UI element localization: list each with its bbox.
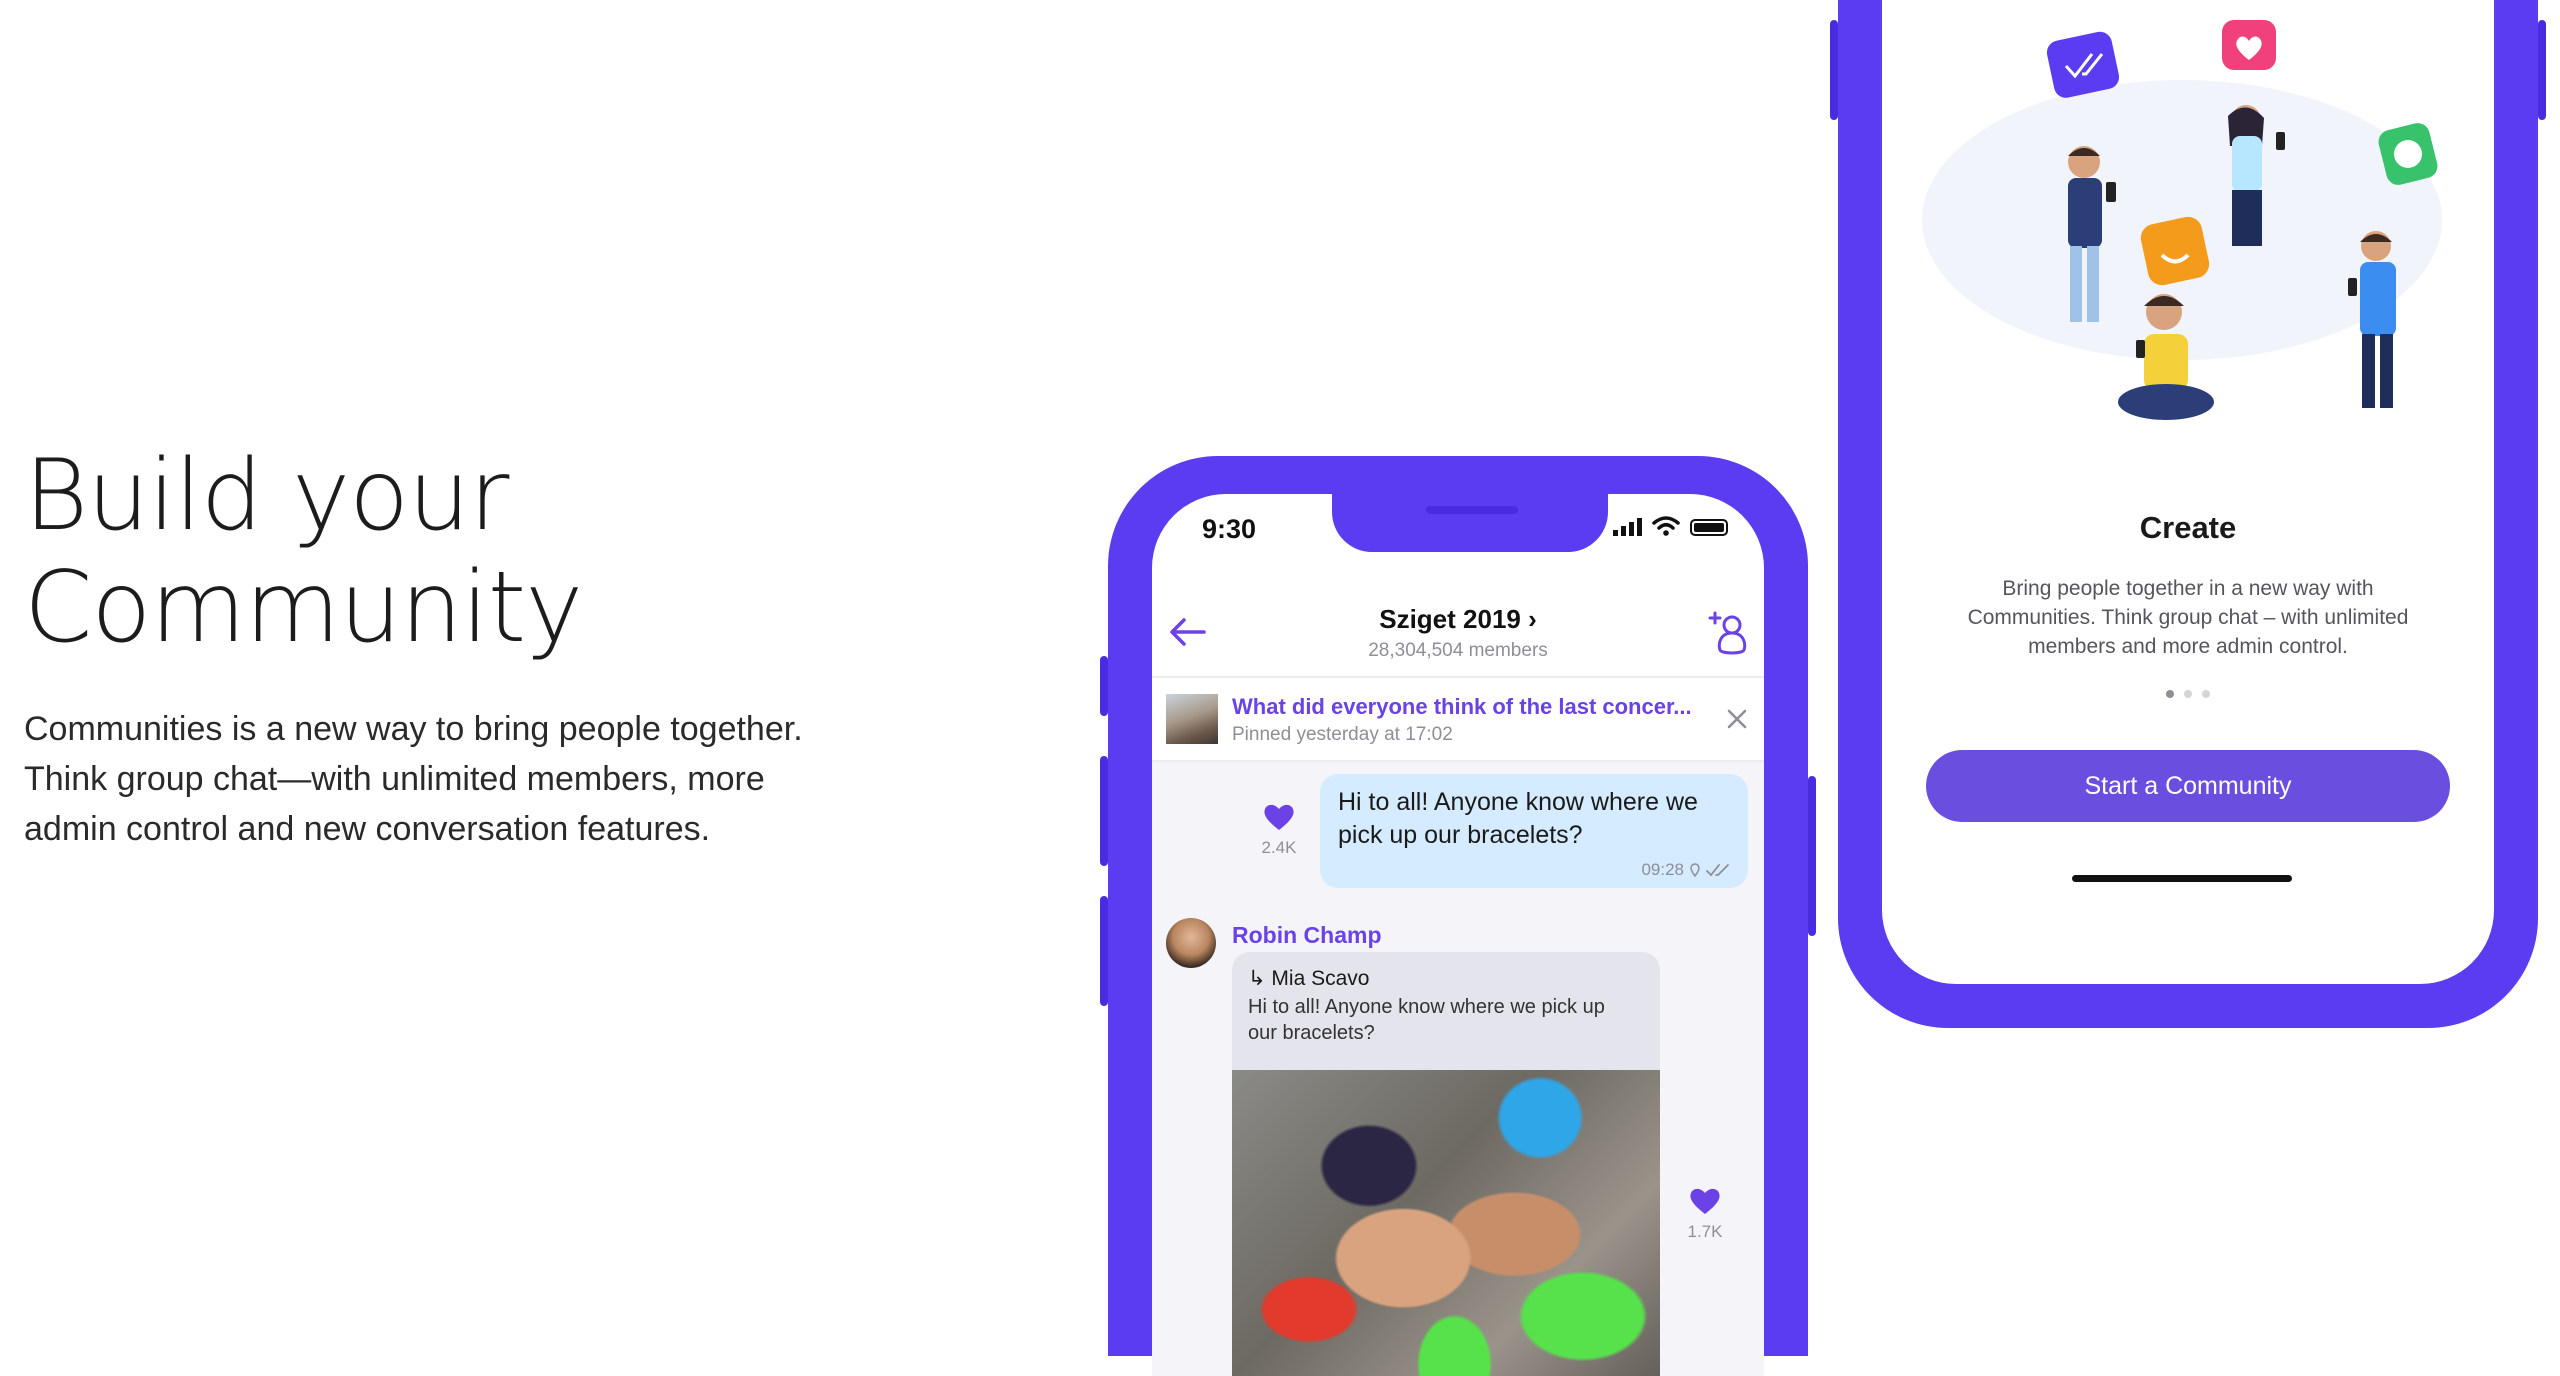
phone-chat-mockup: 9:30 Sziget 2019 › 28,304,504 members Wh…: [1100, 456, 1816, 1376]
signal-icon: [1613, 518, 1642, 536]
onboarding-description: Bring people together in a new way with …: [1942, 574, 2434, 661]
hero-desc-line: Think group chat—with unlimited members,…: [24, 760, 765, 798]
battery-icon: [1690, 519, 1728, 536]
outgoing-message[interactable]: Hi to all! Anyone know where we pick up …: [1320, 774, 1748, 888]
onboarding-desc-line: Communities. Think group chat – with unl…: [1967, 606, 2409, 629]
start-community-button[interactable]: Start a Community: [1926, 750, 2450, 822]
chat-screen: 9:30 Sziget 2019 › 28,304,504 members Wh…: [1152, 494, 1764, 1376]
status-time: 9:30: [1202, 514, 1257, 544]
chat-member-count: 28,304,504 members: [1368, 640, 1548, 661]
onboarding-screen: Create Bring people together in a new wa…: [1882, 0, 2494, 984]
phone-notch: [1332, 494, 1608, 552]
double-check-icon: [1706, 864, 1729, 877]
pinned-thumbnail: [1166, 694, 1218, 744]
avatar[interactable]: [1166, 918, 1216, 968]
hero-desc-line: admin control and new conversation featu…: [24, 810, 711, 848]
reply-to-name: ↳ Mia Scavo: [1248, 967, 1370, 990]
onboarding-desc-line: members and more admin control.: [2028, 635, 2348, 658]
phone-side-button: [2538, 20, 2546, 120]
message-text: Hi to all! Anyone know where we pick up …: [1338, 788, 1698, 849]
like-count: 1.7K: [1687, 1222, 1723, 1241]
like-count: 2.4K: [1261, 838, 1297, 857]
message-photo[interactable]: [1232, 1070, 1660, 1376]
message-list: 2.4K Hi to all! Anyone know where we pic…: [1152, 762, 1764, 1376]
phone-side-button: [1100, 656, 1108, 716]
page-dot[interactable]: [2202, 690, 2210, 698]
onboarding-title: Create: [2139, 510, 2237, 545]
message-meta: 09:28: [1641, 860, 1732, 880]
status-icons: [1613, 516, 1728, 536]
heart-icon[interactable]: [1688, 1186, 1722, 1216]
phone-side-button: [1100, 756, 1108, 866]
location-pin-icon: [1690, 863, 1700, 877]
phone-onboarding-mockup: Create Bring people together in a new wa…: [1830, 0, 2546, 1028]
onboarding-desc-line: Bring people together in a new way with: [2002, 577, 2374, 600]
phone-side-button: [1830, 20, 1838, 120]
reply-quote: Hi to all! Anyone know where we pick up …: [1248, 996, 1605, 1044]
hero-desc-line: Communities is a new way to bring people…: [24, 710, 803, 748]
hero-title-line: Build your: [24, 439, 509, 553]
add-member-icon[interactable]: [1706, 610, 1750, 656]
pinned-timestamp: Pinned yesterday at 17:02: [1232, 724, 1453, 745]
page-dot[interactable]: [2184, 690, 2192, 698]
incoming-message[interactable]: ↳ Mia Scavo Hi to all! Anyone know where…: [1232, 952, 1660, 1376]
message-time: 09:28: [1641, 860, 1684, 879]
close-icon[interactable]: [1726, 708, 1748, 730]
sender-name[interactable]: Robin Champ: [1232, 922, 1382, 949]
heart-bubble-icon: [2222, 20, 2276, 70]
page-indicator: [1882, 690, 2494, 698]
page-dot[interactable]: [2166, 690, 2174, 698]
chat-header: Sziget 2019 › 28,304,504 members: [1152, 584, 1764, 678]
hero-description: Communities is a new way to bring people…: [24, 704, 824, 854]
pinned-title: What did everyone think of the last conc…: [1232, 694, 1692, 719]
phone-speaker: [1426, 506, 1518, 514]
hero-title: Build your Community: [24, 439, 583, 665]
community-illustration: [1922, 20, 2442, 420]
wifi-icon: [1652, 516, 1680, 536]
chat-title[interactable]: Sziget 2019 ›: [1152, 604, 1764, 635]
pinned-message[interactable]: What did everyone think of the last conc…: [1152, 678, 1764, 762]
smile-bubble-icon: [2140, 216, 2210, 286]
phone-side-button: [1100, 896, 1108, 1006]
hero-title-line: Community: [24, 551, 583, 665]
home-indicator: [2072, 875, 2292, 882]
heart-icon[interactable]: [1262, 802, 1296, 832]
phone-side-button: [1808, 776, 1816, 936]
